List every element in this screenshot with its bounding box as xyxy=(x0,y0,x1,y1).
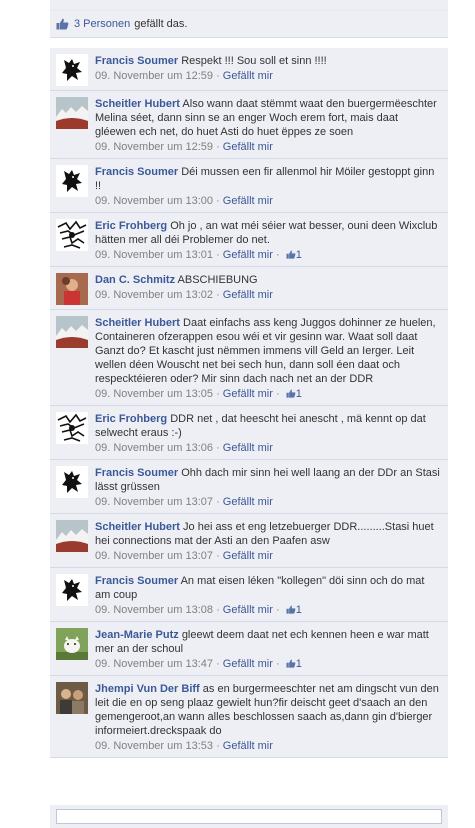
comment-author-link[interactable]: Eric Frohberg xyxy=(95,220,167,232)
comment-text: Respekt !!! Sou soll et sinn !!!! xyxy=(181,55,327,67)
comment-item: Eric Frohberg DDR net , dat heescht hei … xyxy=(50,406,448,460)
comment-meta: 09. November um 12:59 · Gefällt mir xyxy=(95,141,273,153)
comment-item: Dan C. Schmitz ABSCHIEBUNG 09. November u… xyxy=(50,267,448,310)
comment-input[interactable] xyxy=(56,809,442,824)
like-link[interactable]: Gefällt mir xyxy=(223,604,273,616)
comment-author-link[interactable]: Jhempi Vun Der Biff xyxy=(95,683,200,695)
comment-timestamp: 09. November um 13:08 xyxy=(95,604,214,616)
like-link[interactable]: Gefällt mir xyxy=(223,195,273,207)
comment-author-link[interactable]: Jean-Marie Putz xyxy=(95,629,179,641)
avatar[interactable] xyxy=(56,412,88,444)
avatar[interactable] xyxy=(56,316,88,348)
thumbs-up-icon xyxy=(286,658,296,668)
comment-author-link[interactable]: Francis Soumer xyxy=(95,166,178,178)
comment-timestamp: 09. November um 13:06 xyxy=(95,442,214,454)
comment-item: Scheitler Hubert Also wann daat stëmmt w… xyxy=(50,91,448,159)
comment-timestamp: 09. November um 12:59 xyxy=(95,70,214,82)
comment-meta: 09. November um 13:53 · Gefällt mir xyxy=(95,740,273,752)
likes-count-link[interactable]: 3 Personen xyxy=(74,18,130,30)
comment-author-link[interactable]: Scheitler Hubert xyxy=(95,317,180,329)
comments-list: Francis Soumer Respekt !!! Sou soll et s… xyxy=(50,48,448,758)
comment-timestamp: 09. November um 13:07 xyxy=(95,550,214,562)
comment-timestamp: 09. November um 13:47 xyxy=(95,658,214,670)
comment-timestamp: 09. November um 13:00 xyxy=(95,195,214,207)
comment-like-count[interactable]: 1 xyxy=(296,388,302,400)
avatar[interactable] xyxy=(56,574,88,606)
thumbs-up-icon xyxy=(286,249,296,259)
thumbs-up-icon xyxy=(286,388,296,398)
comment-meta: 09. November um 13:01 · Gefällt mir · 1 xyxy=(95,249,302,261)
comment-timestamp: 09. November um 12:59 xyxy=(95,141,214,153)
like-link[interactable]: Gefällt mir xyxy=(223,658,273,670)
avatar[interactable] xyxy=(56,466,88,498)
thumbs-up-icon xyxy=(56,18,69,30)
avatar[interactable] xyxy=(56,97,88,129)
likes-suffix: gefällt das. xyxy=(134,18,188,30)
comment-author-link[interactable]: Dan C. Schmitz xyxy=(95,274,175,286)
comment-like-count[interactable]: 1 xyxy=(296,604,302,616)
previous-post-edge xyxy=(50,0,448,11)
avatar[interactable] xyxy=(56,682,88,714)
comment-item: Francis Soumer Déi mussen een fir allenm… xyxy=(50,159,448,213)
avatar[interactable] xyxy=(56,219,88,251)
comment-meta: 09. November um 13:06 · Gefällt mir xyxy=(95,442,273,454)
comment-timestamp: 09. November um 13:53 xyxy=(95,740,214,752)
like-link[interactable]: Gefällt mir xyxy=(223,550,273,562)
comment-item: Eric Frohberg Oh jo , an wat méi séier w… xyxy=(50,213,448,267)
comment-timestamp: 09. November um 13:02 xyxy=(95,289,214,301)
comment-meta: 09. November um 13:07 · Gefällt mir xyxy=(95,496,273,508)
like-link[interactable]: Gefällt mir xyxy=(223,70,273,82)
comment-timestamp: 09. November um 13:07 xyxy=(95,496,214,508)
like-link[interactable]: Gefällt mir xyxy=(223,442,273,454)
comment-input-area xyxy=(50,805,448,828)
comment-author-link[interactable]: Scheitler Hubert xyxy=(95,521,180,533)
comment-meta: 09. November um 13:00 · Gefällt mir xyxy=(95,195,273,207)
comment-meta: 09. November um 13:07 · Gefällt mir xyxy=(95,550,273,562)
thumbs-up-icon xyxy=(286,604,296,614)
comment-item: Jhempi Vun Der Biff as en burgermeeschte… xyxy=(50,676,448,758)
avatar[interactable] xyxy=(56,54,88,86)
comment-timestamp: 09. November um 13:05 xyxy=(95,388,214,400)
like-link[interactable]: Gefällt mir xyxy=(223,496,273,508)
comment-text: ABSCHIEBUNG xyxy=(177,274,258,286)
comment-author-link[interactable]: Francis Soumer xyxy=(95,575,178,587)
comment-like-count[interactable]: 1 xyxy=(296,249,302,261)
avatar[interactable] xyxy=(56,520,88,552)
comment-meta: 09. November um 12:59 · Gefällt mir xyxy=(95,70,273,82)
comment-item: Scheitler Hubert Daat einfachs ass keng … xyxy=(50,310,448,406)
like-link[interactable]: Gefällt mir xyxy=(223,740,273,752)
comment-item: Jean-Marie Putz gleewt deem daat net ech… xyxy=(50,622,448,676)
like-link[interactable]: Gefällt mir xyxy=(223,388,273,400)
comment-stream: 3 Personen gefällt das. Francis Soumer R… xyxy=(50,0,448,758)
like-link[interactable]: Gefällt mir xyxy=(223,249,273,261)
comment-meta: 09. November um 13:47 · Gefällt mir · 1 xyxy=(95,658,302,670)
comment-item: Francis Soumer Ohh dach mir sinn hei wel… xyxy=(50,460,448,514)
comment-meta: 09. November um 13:08 · Gefällt mir · 1 xyxy=(95,604,302,616)
avatar[interactable] xyxy=(56,273,88,305)
comment-author-link[interactable]: Eric Frohberg xyxy=(95,413,167,425)
likes-summary: 3 Personen gefällt das. xyxy=(50,11,448,38)
comment-timestamp: 09. November um 13:01 xyxy=(95,249,214,261)
comment-item: Scheitler Hubert Jo hei ass et eng letze… xyxy=(50,514,448,568)
like-link[interactable]: Gefällt mir xyxy=(223,141,273,153)
comment-item: Francis Soumer Respekt !!! Sou soll et s… xyxy=(50,48,448,91)
comment-author-link[interactable]: Francis Soumer xyxy=(95,55,178,67)
comment-item: Francis Soumer An mat eisen léken "kolle… xyxy=(50,568,448,622)
avatar[interactable] xyxy=(56,628,88,660)
comment-meta: 09. November um 13:05 · Gefällt mir · 1 xyxy=(95,388,302,400)
comment-author-link[interactable]: Francis Soumer xyxy=(95,467,178,479)
comment-like-count[interactable]: 1 xyxy=(296,658,302,670)
like-link[interactable]: Gefällt mir xyxy=(223,289,273,301)
comment-author-link[interactable]: Scheitler Hubert xyxy=(95,98,180,110)
comment-meta: 09. November um 13:02 · Gefällt mir xyxy=(95,289,273,301)
avatar[interactable] xyxy=(56,165,88,197)
